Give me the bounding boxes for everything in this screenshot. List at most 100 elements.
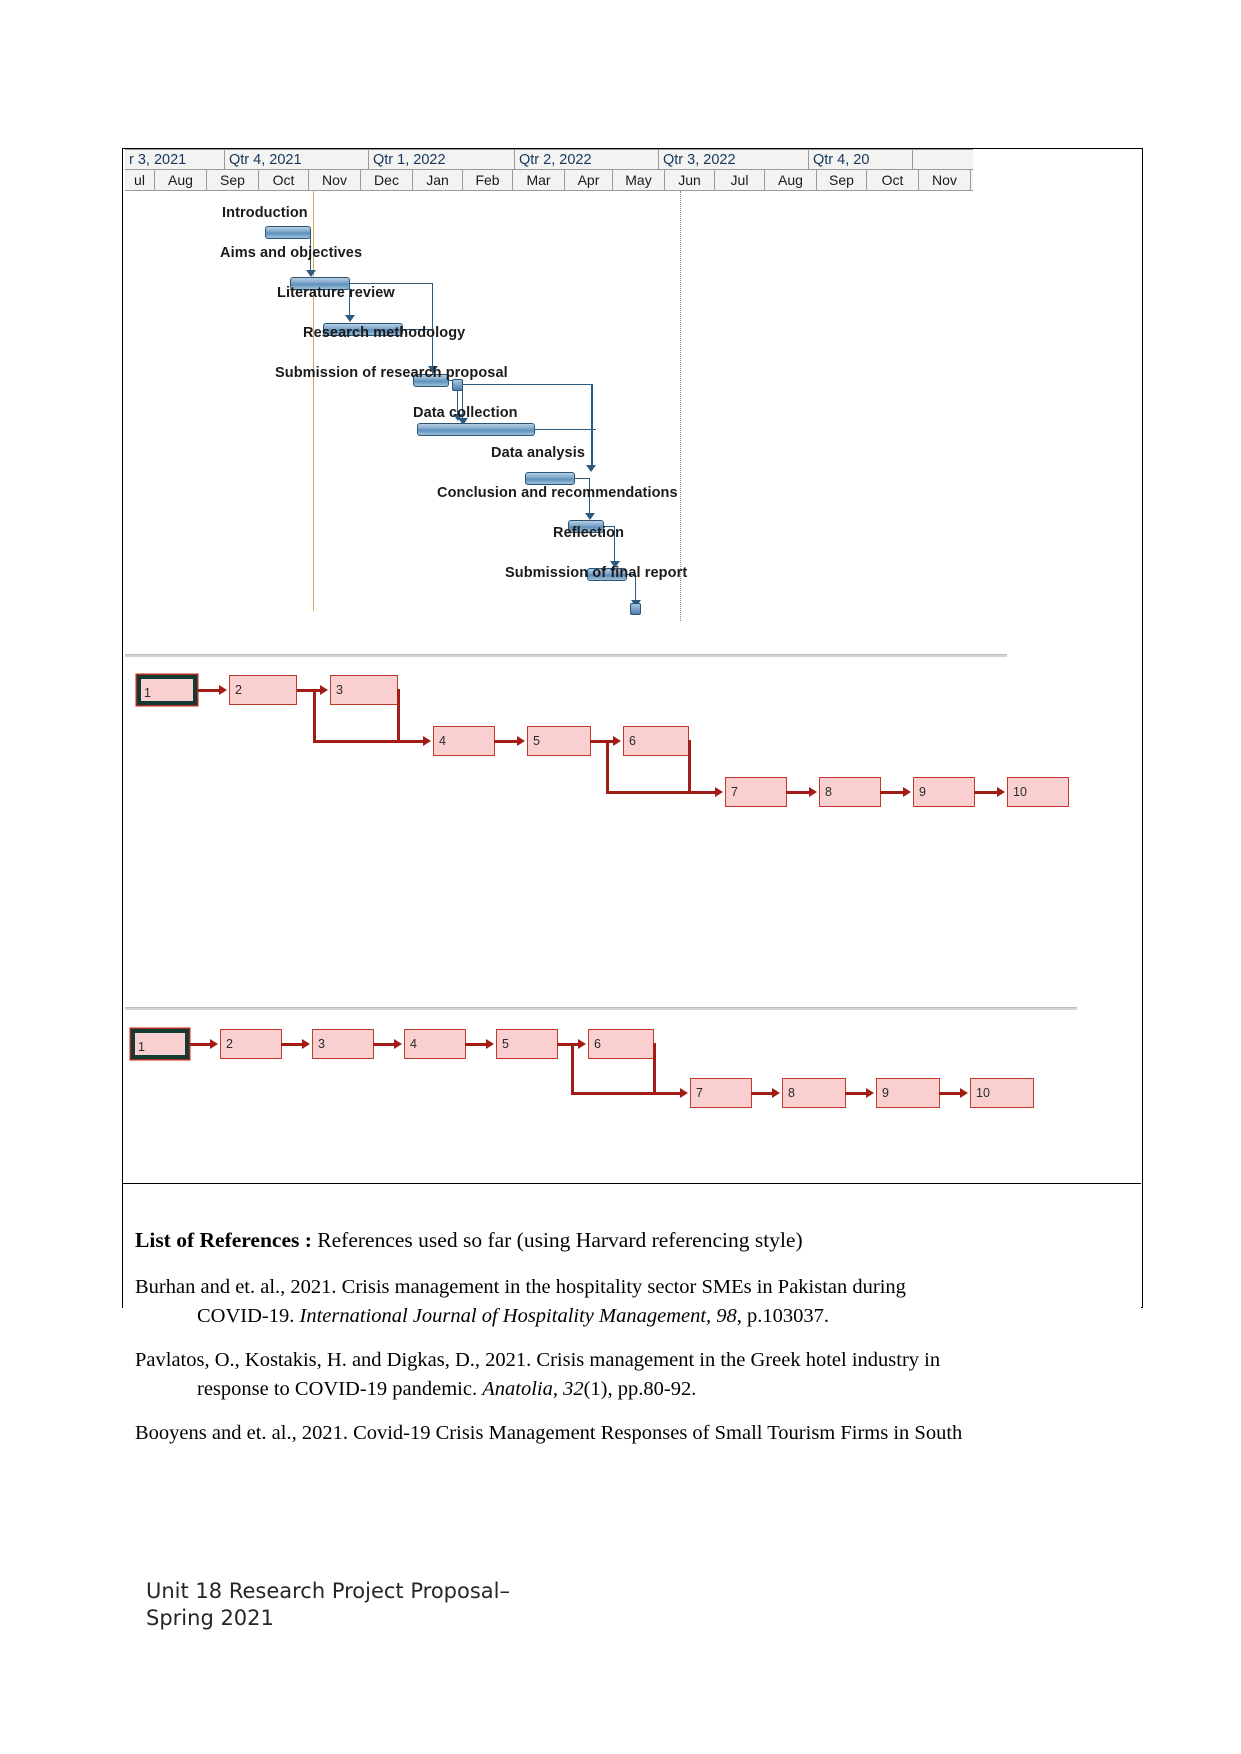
network-connector [590,740,614,743]
network-connector [465,1043,487,1046]
gantt-task-label: Introduction [222,205,308,221]
arrow-right-icon [613,736,621,746]
network-connector [653,1043,656,1095]
network-diagram-bottom: 1 2 3 4 5 6 7 8 9 10 [123,1019,1141,1169]
gantt-chart: r 3, 2021 Qtr 4, 2021 Qtr 1, 2022 Qtr 2,… [123,149,1141,654]
gantt-timescale-header: r 3, 2021 Qtr 4, 2021 Qtr 1, 2022 Qtr 2,… [125,149,973,191]
network-node[interactable]: 10 [970,1078,1034,1108]
gantt-month-cell: May [613,170,665,190]
gantt-quarter-cell: Qtr 1, 2022 [369,150,515,169]
network-connector [606,791,698,794]
network-node[interactable]: 7 [725,777,787,807]
gantt-task-label: Conclusion and recommendations [437,485,678,501]
arrow-right-icon [772,1088,780,1098]
network-node[interactable]: 8 [819,777,881,807]
network-node[interactable]: 4 [433,726,495,756]
references-heading-rest: References used so far (using Harvard re… [311,1228,803,1252]
arrow-right-icon [517,736,525,746]
gantt-task-label: Aims and objectives [220,245,363,261]
network-connector [189,1043,211,1046]
network-connector [751,1092,773,1095]
network-connector [880,791,904,794]
gantt-quarter-cell: Qtr 3, 2022 [659,150,809,169]
references-heading-bold: List of References : [135,1228,312,1252]
reference-entry: Pavlatos, O., Kostakis, H. and Digkas, D… [135,1346,1119,1404]
arrow-right-icon [423,736,431,746]
gantt-month-cell: Dec [361,170,413,190]
network-node-start[interactable]: 1 [137,675,197,705]
network-connector [557,1043,579,1046]
arrow-right-icon [210,1039,218,1049]
network-node[interactable]: 9 [876,1078,940,1108]
gantt-dependency-link [534,429,596,431]
gantt-task-label: Data collection [413,405,518,421]
arrow-right-icon [320,685,328,695]
gantt-today-line [680,191,681,621]
gantt-month-cell: Feb [463,170,513,190]
network-connector [786,791,810,794]
references-section: List of References : References used so … [123,1183,1141,1495]
reference-entry: Burhan and et. al., 2021. Crisis managem… [135,1273,1119,1331]
reference-continuation: COVID-19. International Journal of Hospi… [135,1302,1119,1331]
reference-pages: , p.103037. [736,1305,830,1328]
gantt-month-cell: Jan [413,170,463,190]
network-node[interactable]: 6 [623,726,689,756]
reference-entry: Booyens and et. al., 2021. Covid-19 Cris… [135,1419,1119,1448]
arrow-right-icon [960,1088,968,1098]
gantt-dependency-arrow-icon [586,465,596,472]
network-node[interactable]: 5 [496,1029,558,1059]
gantt-month-cell: Nov [919,170,971,190]
arrow-right-icon [809,787,817,797]
network-node[interactable]: 2 [220,1029,282,1059]
gantt-task-label: Literature review [277,285,395,301]
network-node[interactable]: 2 [229,675,297,705]
reference-source-italic: International Journal of Hospitality Man… [299,1305,737,1328]
network-connector [397,689,400,743]
arrow-right-icon [680,1088,688,1098]
gantt-month-cell: Sep [817,170,867,190]
gantt-milestone-marker [630,603,641,615]
arrow-right-icon [219,685,227,695]
network-node[interactable]: 6 [588,1029,654,1059]
network-connector [313,689,316,743]
network-node[interactable]: 8 [782,1078,846,1108]
gantt-month-cell: Apr [565,170,613,190]
gantt-task-label: Data analysis [491,445,585,461]
reference-pages: (1), pp.80-92. [583,1378,697,1401]
network-node[interactable]: 9 [913,777,975,807]
network-connector [494,740,518,743]
gantt-month-cell: Aug [765,170,817,190]
arrow-right-icon [866,1088,874,1098]
network-node[interactable]: 7 [690,1078,752,1108]
gantt-dependency-link [574,478,590,480]
network-node[interactable]: 4 [404,1029,466,1059]
gantt-month-cell: ul [125,170,155,190]
network-connector [688,791,716,794]
network-connector [571,1043,574,1095]
network-node[interactable]: 3 [330,675,398,705]
network-connector [845,1092,867,1095]
arrow-right-icon [903,787,911,797]
panel-divider [125,1007,1077,1010]
arrow-right-icon [394,1039,402,1049]
gantt-month-cell: Oct [867,170,919,190]
gantt-month-row: ul Aug Sep Oct Nov Dec Jan Feb Mar Apr M… [125,170,973,191]
gantt-month-cell: Jul [715,170,765,190]
panel-divider [125,654,1007,657]
network-node[interactable]: 5 [527,726,591,756]
arrow-right-icon [302,1039,310,1049]
references-heading: List of References : References used so … [135,1226,1119,1255]
gantt-month-cell: Sep [207,170,259,190]
network-connector [373,1043,395,1046]
gantt-task-bar [525,472,575,485]
network-connector [688,740,691,794]
gantt-quarter-cell: r 3, 2021 [125,150,225,169]
network-node[interactable]: 10 [1007,777,1069,807]
gantt-month-cell: Nov [309,170,361,190]
network-connector [606,740,609,794]
network-diagram-top: 1 2 3 4 5 6 7 8 9 10 [123,665,1141,985]
network-node[interactable]: 3 [312,1029,374,1059]
network-node-start[interactable]: 1 [131,1029,189,1059]
network-connector [939,1092,961,1095]
reference-text: response to COVID-19 pandemic. [197,1378,483,1401]
